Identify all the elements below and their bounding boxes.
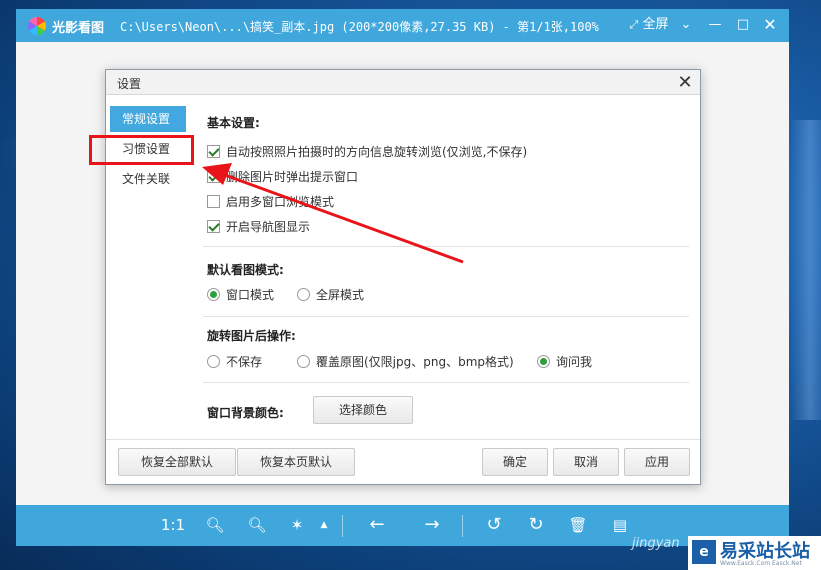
zoom-in-icon: 🔍︎ (205, 516, 225, 534)
dialog-title: 设置 (117, 77, 142, 91)
option-auto-rotate[interactable]: 自动按照照片拍摄时的方向信息旋转浏览(仅浏览,不保存) (207, 144, 527, 160)
desktop-light-ray (790, 120, 821, 420)
rotate-left-button[interactable]: ↺ (483, 513, 505, 537)
magic-wand-icon: ✶ (290, 516, 304, 534)
easck-logo-icon: e (692, 540, 716, 564)
window-mode-radio[interactable] (207, 288, 220, 301)
nav-item-general[interactable]: 常规设置 (110, 106, 186, 132)
auto-rotate-checkbox[interactable] (207, 145, 220, 158)
minimize-icon: — (708, 17, 722, 32)
watermark-jingyan: jingyan (632, 536, 680, 551)
section-divider (203, 246, 689, 247)
navigator-checkbox[interactable] (207, 220, 220, 233)
maximize-icon: □ (736, 17, 750, 32)
restore-all-defaults-button[interactable]: 恢复全部默认 (118, 448, 236, 476)
close-icon: ✕ (763, 15, 777, 34)
delete-button[interactable]: 🗑︎ (568, 513, 588, 537)
option-no-save[interactable]: 不保存 (207, 354, 262, 370)
nav-item-file-association[interactable]: 文件关联 (110, 166, 186, 192)
rotate-right-icon: ↻ (528, 514, 544, 535)
magic-wand-dropdown[interactable]: ▲ (318, 513, 330, 537)
settings-dialog: 设置 ✕ 常规设置 习惯设置 文件关联 基本设置: 自动按照照片拍摄时的方向信息… (105, 69, 701, 485)
annotation-highlight-box (89, 135, 194, 165)
navigator-label: 开启导航图显示 (226, 220, 311, 234)
triangle-up-icon: ▲ (320, 520, 328, 530)
title-bar: 光影看图 C:\Users\Neon\...\搞笑_副本.jpg (200*20… (16, 9, 789, 42)
file-info: C:\Users\Neon\...\搞笑_副本.jpg (200*200像素,2… (120, 20, 599, 34)
section-divider (203, 316, 689, 317)
option-navigator[interactable]: 开启导航图显示 (207, 219, 310, 235)
ask-me-label: 询问我 (556, 355, 593, 369)
close-icon: ✕ (677, 72, 693, 93)
magic-wand-button[interactable]: ✶ (286, 513, 308, 537)
arrow-right-icon: → (424, 514, 440, 535)
toolbar-divider (462, 515, 463, 537)
delete-prompt-label: 删除图片时弹出提示窗口 (226, 170, 359, 184)
actual-size-button[interactable]: 1:1 (159, 513, 187, 537)
trash-icon: 🗑︎ (568, 516, 588, 534)
basic-settings-title: 基本设置: (207, 116, 260, 130)
overwrite-label: 覆盖原图(仅限jpg、png、bmp格式) (316, 355, 514, 369)
app-name: 光影看图 (52, 21, 105, 36)
dialog-close-button[interactable]: ✕ (670, 70, 700, 95)
toolbar-divider (342, 515, 343, 537)
no-save-radio[interactable] (207, 355, 220, 368)
zoom-out-icon: 🔍︎ (247, 516, 267, 534)
footer-divider (106, 439, 700, 440)
open-folder-button[interactable]: ▤ (610, 513, 630, 537)
option-multi-window[interactable]: 启用多窗口浏览模式 (207, 194, 334, 210)
fullscreen-button[interactable]: ⤢ 全屏 (624, 15, 674, 35)
fullscreen-mode-label: 全屏模式 (316, 288, 365, 302)
folder-icon: ▤ (612, 516, 628, 534)
section-divider (203, 382, 689, 383)
dialog-title-bar: 设置 ✕ (106, 70, 700, 95)
delete-prompt-checkbox[interactable] (207, 170, 220, 183)
arrow-left-icon: ← (369, 514, 385, 535)
option-overwrite[interactable]: 覆盖原图(仅限jpg、png、bmp格式) (297, 354, 514, 370)
watermark-badge: e 易采站长站 Www.Easck.Com Easck.Net (688, 536, 821, 570)
choose-color-button[interactable]: 选择颜色 (313, 396, 413, 424)
option-fullscreen-mode[interactable]: 全屏模式 (297, 287, 364, 303)
multi-window-checkbox[interactable] (207, 195, 220, 208)
fullscreen-icon: ⤢ (629, 18, 639, 31)
option-window-mode[interactable]: 窗口模式 (207, 287, 274, 303)
bg-color-title: 窗口背景颜色: (207, 406, 284, 420)
previous-image-button[interactable]: ← (365, 513, 389, 537)
fullscreen-label: 全屏 (642, 17, 669, 32)
maximize-button[interactable]: □ (734, 15, 752, 35)
restore-page-defaults-button[interactable]: 恢复本页默认 (237, 448, 355, 476)
option-ask-me[interactable]: 询问我 (537, 354, 592, 370)
watermark-site-url: Www.Easck.Com Easck.Net (720, 560, 802, 567)
view-mode-title: 默认看图模式: (207, 263, 284, 277)
overwrite-radio[interactable] (297, 355, 310, 368)
rotate-left-icon: ↺ (486, 514, 502, 535)
zoom-out-button[interactable]: 🔍︎ (246, 513, 268, 537)
window-mode-label: 窗口模式 (226, 288, 275, 302)
dropdown-button[interactable]: ⌄ (678, 15, 694, 35)
multi-window-label: 启用多窗口浏览模式 (226, 195, 335, 209)
fullscreen-mode-radio[interactable] (297, 288, 310, 301)
chevron-down-icon: ⌄ (680, 17, 692, 32)
zoom-in-button[interactable]: 🔍︎ (204, 513, 226, 537)
next-image-button[interactable]: → (420, 513, 444, 537)
rotate-right-button[interactable]: ↻ (525, 513, 547, 537)
ask-me-radio[interactable] (537, 355, 550, 368)
close-window-button[interactable]: ✕ (760, 15, 780, 35)
no-save-label: 不保存 (226, 355, 263, 369)
minimize-button[interactable]: — (706, 15, 724, 35)
option-delete-prompt[interactable]: 删除图片时弹出提示窗口 (207, 169, 358, 185)
ok-button[interactable]: 确定 (482, 448, 548, 476)
auto-rotate-label: 自动按照照片拍摄时的方向信息旋转浏览(仅浏览,不保存) (226, 145, 528, 159)
app-logo-icon (28, 17, 46, 35)
apply-button[interactable]: 应用 (624, 448, 690, 476)
rotate-action-title: 旋转图片后操作: (207, 329, 296, 343)
cancel-button[interactable]: 取消 (553, 448, 619, 476)
